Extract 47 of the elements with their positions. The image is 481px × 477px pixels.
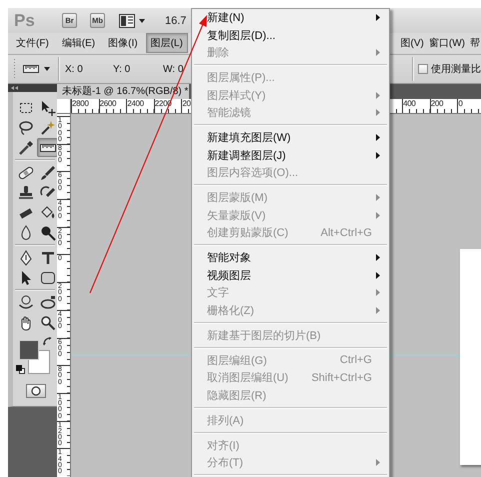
stamp-icon xyxy=(18,184,34,200)
caret-icon[interactable] xyxy=(44,67,50,71)
tool-button[interactable] xyxy=(37,138,58,157)
coordinate-readout: Y: 0 xyxy=(113,64,132,74)
move-icon xyxy=(40,100,56,116)
app-logo: Ps xyxy=(14,10,36,30)
lasso-icon xyxy=(18,120,34,136)
color-swatches-drawing[interactable] xyxy=(19,340,50,374)
shortcut-label: Alt+Ctrl+G xyxy=(320,226,372,239)
collapse-icon[interactable] xyxy=(11,86,19,90)
dodge-icon xyxy=(40,224,56,240)
menu-item[interactable]: 智能对象 xyxy=(192,249,389,266)
menu-item[interactable]: 新建填充图层(W) xyxy=(192,129,389,146)
checkbox[interactable] xyxy=(418,64,428,74)
menu-bar-item[interactable]: 帮 xyxy=(469,33,481,53)
menu-item[interactable]: 视频图层 xyxy=(192,266,389,284)
shortcut-label: Ctrl+G xyxy=(340,354,372,366)
quick-mask-button[interactable] xyxy=(26,384,46,398)
menu-bar-item[interactable]: 文件(F) xyxy=(11,33,54,53)
eyedropper-icon xyxy=(18,140,34,156)
type-tool-icon xyxy=(40,250,56,266)
zoom-level[interactable]: 16.7 xyxy=(165,14,186,26)
menu-bar-item[interactable]: 窗口(W) xyxy=(428,33,466,53)
default-colors-icon[interactable] xyxy=(16,365,25,374)
sphere-icon xyxy=(18,294,34,310)
coordinate-readout: X: 0 xyxy=(65,64,84,74)
orbit-icon xyxy=(40,294,56,310)
grip-icon[interactable] xyxy=(13,58,16,80)
coordinate-readout: W: 0 xyxy=(163,64,184,74)
menu-bar-item[interactable]: 图层(L) xyxy=(146,33,188,53)
menu-bar-item[interactable]: 图像(I) xyxy=(103,33,143,53)
menu-bar-item[interactable]: 图(V) xyxy=(400,33,425,53)
arrange-icon[interactable] xyxy=(119,14,135,28)
menu-item[interactable]: 复制图层(D)... xyxy=(192,26,389,44)
menu-bar-item[interactable]: 编辑(E) xyxy=(56,33,100,53)
zoom-icon xyxy=(40,314,56,330)
magic-wand-icon xyxy=(40,120,56,136)
menu-item[interactable]: 新建(N) xyxy=(192,9,389,26)
swap-arrows-icon[interactable] xyxy=(43,337,52,346)
brush-icon xyxy=(40,164,56,180)
menu-item[interactable]: 新建调整图层(J) xyxy=(192,146,389,164)
shortcut-label: Shift+Ctrl+G xyxy=(311,372,372,384)
circle-icon xyxy=(31,386,41,396)
pen-icon xyxy=(18,250,34,266)
caret-icon[interactable] xyxy=(139,18,145,22)
ruler-icon[interactable] xyxy=(23,65,39,73)
checkbox-label: 使用测量比 xyxy=(431,62,481,76)
